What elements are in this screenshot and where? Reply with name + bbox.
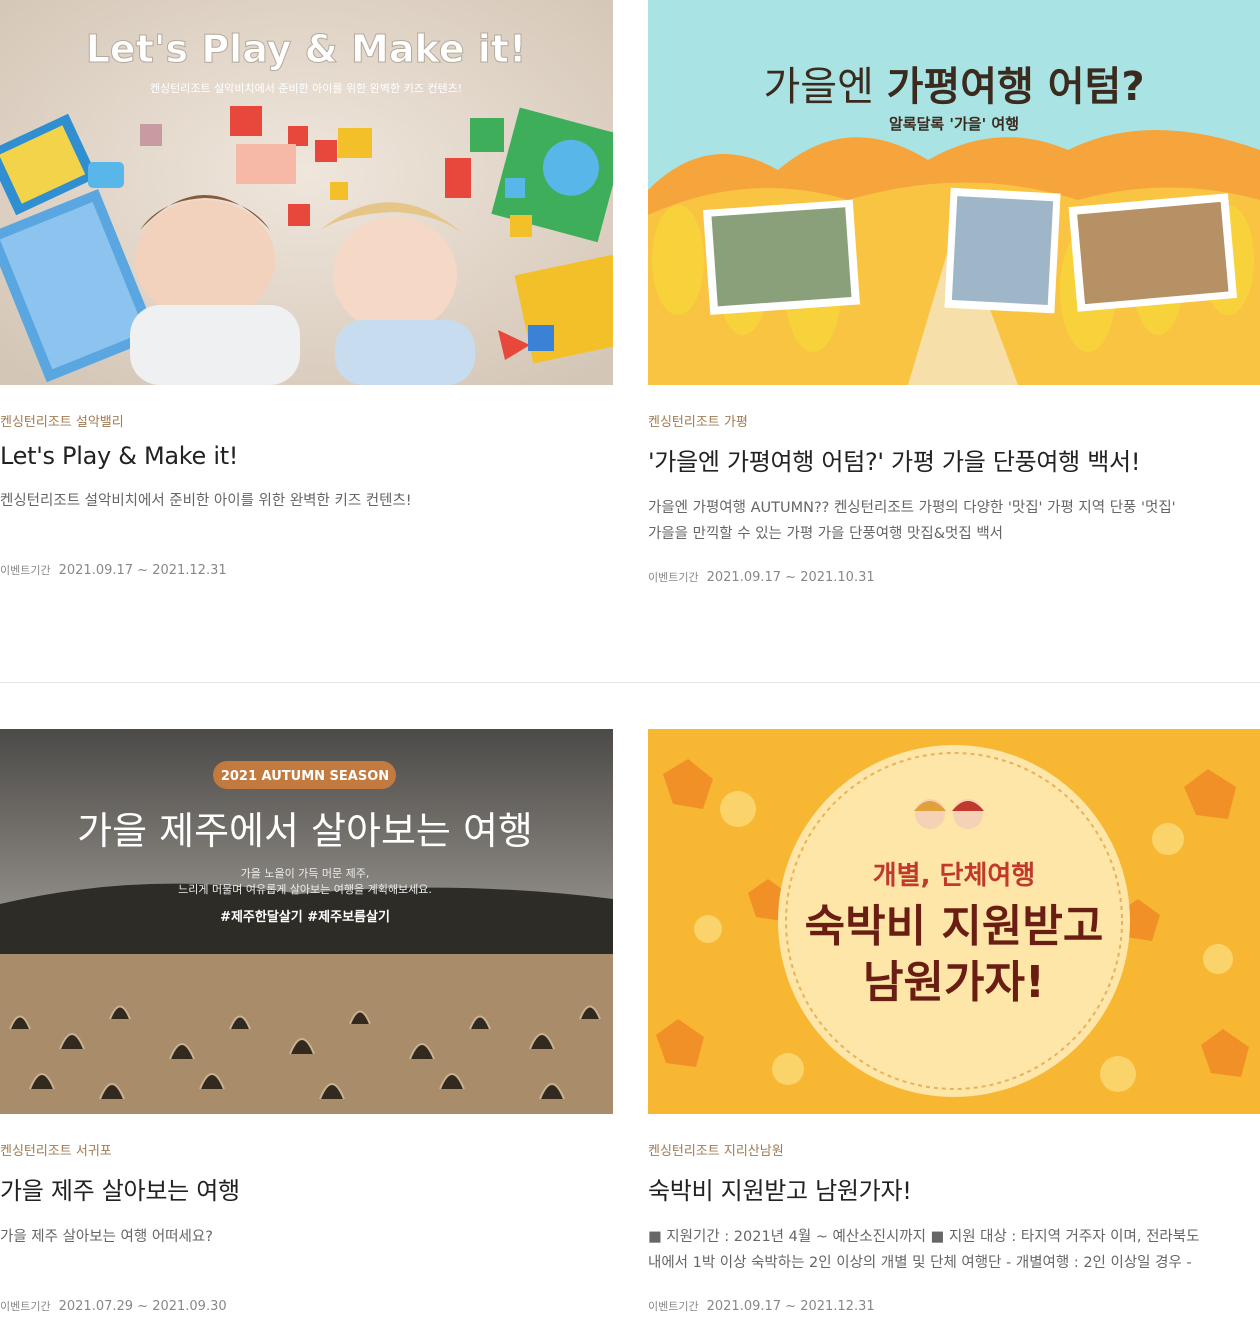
event-title[interactable]: Let's Play & Make it!	[0, 442, 614, 470]
event-card[interactable]: 개별, 단체여행 숙박비 지원받고 남원가자! 켄싱턴리조트 지리산남원 숙박비…	[648, 729, 1260, 1314]
period-label: 이벤트기간	[648, 1300, 699, 1313]
event-title[interactable]: 숙박비 지원받고 남원가자!	[648, 1171, 1260, 1206]
description-line: 가을 제주 살아보는 여행 어떠세요?	[0, 1229, 213, 1245]
row-divider	[0, 682, 1260, 683]
banner-headline-line2: 남원가자!	[863, 957, 1045, 1008]
period-value: 2021.09.17 ~ 2021.10.31	[706, 570, 875, 585]
event-thumbnail[interactable]: 가을엔 가평여행 어텀? 알록달록 '가을' 여행	[648, 0, 1260, 385]
event-description: 가을 제주 살아보는 여행 어떠세요?	[0, 1224, 614, 1276]
event-card[interactable]: 가을엔 가평여행 어텀? 알록달록 '가을' 여행 켄싱턴리조트 가평 '가을엔…	[648, 0, 1260, 585]
period-value: 2021.09.17 ~ 2021.12.31	[58, 563, 227, 578]
event-title[interactable]: '가을엔 가평여행 어텀?' 가평 가을 단풍여행 백서!	[648, 442, 1260, 477]
period-label: 이벤트기간	[648, 571, 699, 584]
description-line: 가을엔 가평여행 AUTUMN?? 켄싱턴리조트 가평의 다양한 '맛집' 가평…	[648, 500, 1176, 516]
event-description: 가을엔 가평여행 AUTUMN?? 켄싱턴리조트 가평의 다양한 '맛집' 가평…	[648, 495, 1260, 547]
banner-subtext: 알록달록 '가을' 여행	[889, 115, 1019, 133]
banner-top-text: 개별, 단체여행	[873, 861, 1035, 891]
event-card[interactable]: Let's Play & Make it! 켄싱턴리조트 설악비치에서 준비한 …	[0, 0, 614, 578]
resort-name: 켄싱턴리조트 서귀포	[0, 1144, 112, 1159]
period-label: 이벤트기간	[0, 1300, 51, 1313]
period-value: 2021.07.29 ~ 2021.09.30	[58, 1299, 227, 1314]
event-period: 이벤트기간 2021.09.17 ~ 2021.10.31	[648, 569, 1260, 585]
period-value: 2021.09.17 ~ 2021.12.31	[706, 1299, 875, 1314]
banner-headline: 가을 제주에서 살아보는 여행	[77, 809, 533, 853]
banner-headline: 가을엔 가평여행 어텀?	[763, 64, 1144, 110]
banner-tags: #제주한달살기 #제주보름살기	[220, 909, 390, 925]
event-period: 이벤트기간 2021.09.17 ~ 2021.12.31	[0, 562, 614, 578]
description-line: ■ 지원기간 : 2021년 4월 ~ 예산소진시까지 ■ 지원 대상 : 타지…	[648, 1229, 1200, 1245]
period-label: 이벤트기간	[0, 564, 51, 577]
event-list: Let's Play & Make it! 켄싱턴리조트 설악비치에서 준비한 …	[0, 0, 1260, 1321]
event-description: 켄싱턴리조트 설악비치에서 준비한 아이를 위한 완벽한 키즈 컨텐츠!	[0, 488, 614, 540]
event-title[interactable]: 가을 제주 살아보는 여행	[0, 1171, 614, 1206]
resort-name: 켄싱턴리조트 설악밸리	[0, 415, 124, 430]
banner-subtext: 느리게 머물며 여유롭게 살아보는 여행을 계획해보세요.	[178, 882, 432, 896]
resort-name: 켄싱턴리조트 가평	[648, 415, 748, 430]
event-period: 이벤트기간 2021.09.17 ~ 2021.12.31	[648, 1298, 1260, 1314]
banner-headline-line1: 숙박비 지원받고	[805, 901, 1104, 952]
description-line: 내에서 1박 이상 숙박하는 2인 이상의 개별 및 단체 여행단 - 개별여행…	[648, 1255, 1192, 1271]
banner-subtext: 켄싱턴리조트 설악비치에서 준비한 아이를 위한 완벽한 키즈 컨텐츠!	[150, 82, 462, 95]
description-line: 가을을 만끽할 수 있는 가평 가을 단풍여행 맛집&멋집 백서	[648, 526, 1003, 542]
event-thumbnail[interactable]: Let's Play & Make it! 켄싱턴리조트 설악비치에서 준비한 …	[0, 0, 613, 385]
banner-headline: Let's Play & Make it!	[86, 27, 527, 71]
description-line: 켄싱턴리조트 설악비치에서 준비한 아이를 위한 완벽한 키즈 컨텐츠!	[0, 493, 412, 509]
event-description: ■ 지원기간 : 2021년 4월 ~ 예산소진시까지 ■ 지원 대상 : 타지…	[648, 1224, 1260, 1276]
event-card[interactable]: 2021 AUTUMN SEASON 가을 제주에서 살아보는 여행 가을 노을…	[0, 729, 614, 1314]
resort-name: 켄싱턴리조트 지리산남원	[648, 1144, 784, 1159]
event-thumbnail[interactable]: 2021 AUTUMN SEASON 가을 제주에서 살아보는 여행 가을 노을…	[0, 729, 613, 1114]
banner-subtext: 가을 노을이 가득 머문 제주,	[241, 867, 370, 880]
season-badge: 2021 AUTUMN SEASON	[221, 769, 389, 784]
event-period: 이벤트기간 2021.07.29 ~ 2021.09.30	[0, 1298, 614, 1314]
event-thumbnail[interactable]: 개별, 단체여행 숙박비 지원받고 남원가자!	[648, 729, 1260, 1114]
